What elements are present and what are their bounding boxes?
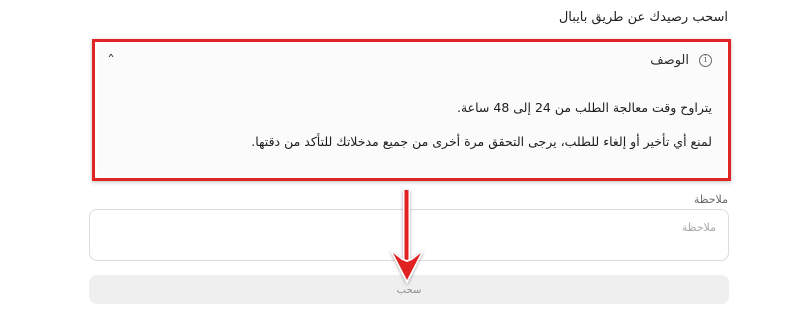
page-heading: اسحب رصيدك عن طريق بايبال [558,10,728,25]
annotation-arrow-icon [390,190,424,284]
annotation-highlight-box [92,39,731,181]
note-label: ملاحظة [693,193,728,206]
